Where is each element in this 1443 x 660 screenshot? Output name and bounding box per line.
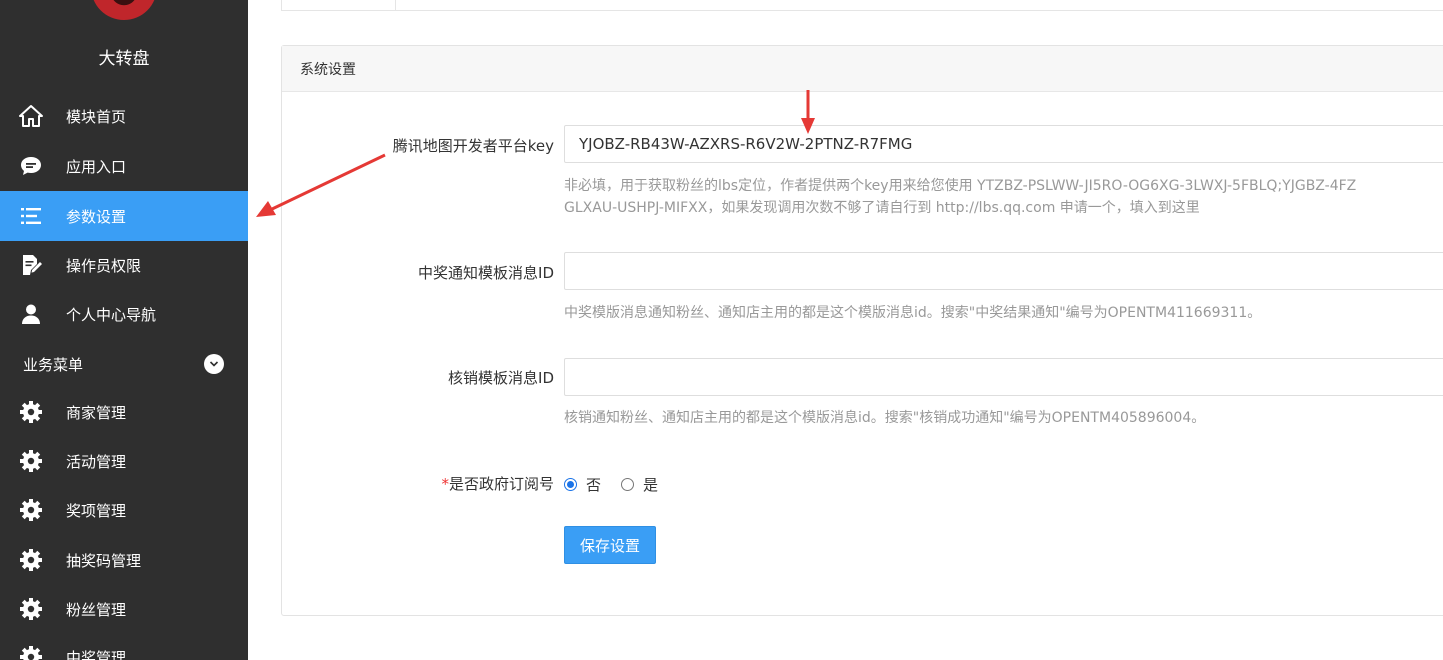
system-settings-panel: 系统设置 腾讯地图开发者平台key 非必填，用于获取粉丝的lbs定位，作者提供两…: [281, 45, 1443, 616]
gear-icon: [19, 597, 43, 621]
sidebar-item-winning-management[interactable]: 中奖管理: [0, 632, 248, 660]
sidebar-item-home[interactable]: 模块首页: [0, 91, 248, 141]
previous-panel-fragment: [281, 0, 1443, 11]
gov-account-label: *是否政府订阅号: [441, 473, 554, 494]
win-template-label: 中奖通知模板消息ID: [418, 264, 554, 282]
win-template-input[interactable]: [564, 252, 1443, 290]
gov-account-radio-group: 否 是: [564, 474, 678, 495]
divider: [395, 0, 396, 11]
sidebar-item-merchant-management[interactable]: 商家管理: [0, 387, 248, 437]
sidebar-item-label: 中奖管理: [66, 648, 127, 660]
radio-unchecked-icon[interactable]: [621, 478, 635, 491]
sidebar-item-label: 应用入口: [66, 157, 127, 176]
gear-icon: [19, 645, 43, 660]
sidebar-item-activity-management[interactable]: 活动管理: [0, 436, 248, 486]
edit-icon: [19, 253, 43, 277]
radio-label: 是: [643, 476, 659, 494]
required-mark: *: [441, 475, 449, 493]
sidebar-item-operator-permissions[interactable]: 操作员权限: [0, 240, 248, 290]
gear-icon: [19, 400, 43, 424]
user-icon: [19, 302, 43, 326]
gear-icon: [19, 449, 43, 473]
gov-account-option-yes[interactable]: 是: [621, 474, 658, 495]
radio-checked-icon[interactable]: [564, 478, 577, 491]
sidebar-item-label: 抽奖码管理: [66, 551, 142, 570]
map-key-help-line1: 非必填，用于获取粉丝的lbs定位，作者提供两个key用来给您使用 YTZBZ-P…: [564, 178, 1357, 194]
list-icon: [19, 204, 43, 228]
panel-title: 系统设置: [282, 46, 1443, 92]
sidebar-group-label: 业务菜单: [23, 355, 84, 374]
sidebar-item-app-entry[interactable]: 应用入口: [0, 141, 248, 191]
map-key-help-line2: GLXAU-USHPJ-MIFXX，如果发现调用次数不够了请自行到 http:/…: [564, 200, 1200, 216]
sidebar-item-label: 操作员权限: [66, 256, 142, 275]
sidebar-item-label: 粉丝管理: [66, 600, 127, 619]
gov-account-label-text: 是否政府订阅号: [448, 475, 554, 493]
sidebar-item-label: 模块首页: [66, 107, 127, 126]
chat-icon: [19, 154, 43, 178]
win-template-help: 中奖模版消息通知粉丝、通知店主用的都是这个模版消息id。搜索"中奖结果通知"编号…: [564, 305, 1262, 321]
sidebar-item-label: 商家管理: [66, 403, 127, 422]
verify-template-help: 核销通知粉丝、通知店主用的都是这个模版消息id。搜索"核销成功通知"编号为OPE…: [564, 410, 1206, 426]
sidebar-item-lottery-code-management[interactable]: 抽奖码管理: [0, 535, 248, 585]
sidebar-item-label: 奖项管理: [66, 501, 127, 520]
sidebar-item-fans-management[interactable]: 粉丝管理: [0, 584, 248, 634]
gov-account-option-no[interactable]: 否: [564, 474, 601, 495]
verify-template-label: 核销模板消息ID: [448, 369, 554, 387]
sidebar-item-personal-center-nav[interactable]: 个人中心导航: [0, 289, 248, 339]
sidebar-group-business-menu[interactable]: 业务菜单: [0, 340, 248, 388]
home-icon: [19, 104, 43, 128]
sidebar: 大转盘 模块首页 应用入口 参数设置 操作员权限 个人中心导航 业务菜单 商家管…: [0, 0, 248, 660]
chevron-down-icon[interactable]: [204, 354, 224, 374]
sidebar-item-settings[interactable]: 参数设置: [0, 191, 248, 241]
sidebar-item-label: 活动管理: [66, 452, 127, 471]
verify-template-input[interactable]: [564, 358, 1443, 396]
gear-icon: [19, 548, 43, 572]
map-key-input[interactable]: [564, 125, 1443, 163]
sidebar-item-label: 个人中心导航: [66, 305, 157, 324]
map-key-label: 腾讯地图开发者平台key: [392, 137, 554, 155]
sidebar-item-prize-management[interactable]: 奖项管理: [0, 485, 248, 535]
gear-icon: [19, 498, 43, 522]
app-title: 大转盘: [98, 49, 150, 69]
sidebar-item-label: 参数设置: [66, 207, 127, 226]
save-settings-button[interactable]: 保存设置: [564, 526, 656, 564]
radio-label: 否: [586, 476, 602, 494]
app-logo: [91, 0, 157, 20]
